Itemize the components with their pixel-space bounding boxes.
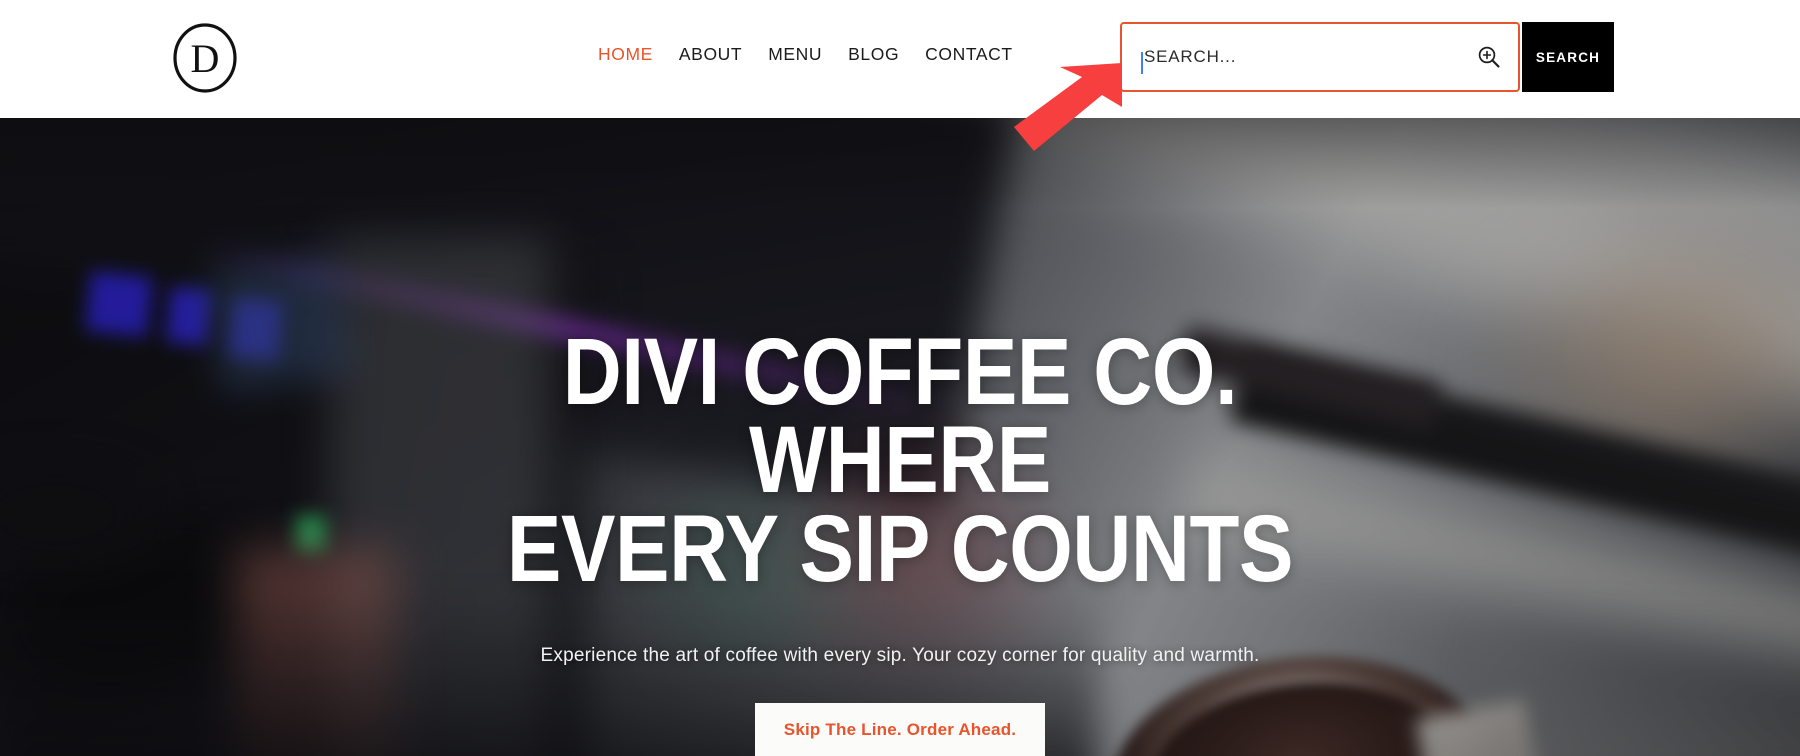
hero-content: DIVI COFFEE CO. WHERE EVERY SIP COUNTS E… [0,118,1800,756]
order-ahead-button[interactable]: Skip The Line. Order Ahead. [755,703,1045,756]
hero-title-line-1: DIVI COFFEE CO. WHERE [562,319,1238,514]
search-field-wrapper[interactable] [1120,22,1520,92]
search-input[interactable] [1122,24,1518,90]
hero-section: DIVI COFFEE CO. WHERE EVERY SIP COUNTS E… [0,118,1800,756]
nav-item-home[interactable]: HOME [598,40,653,68]
primary-navigation: HOME ABOUT MENU BLOG CONTACT [598,40,1013,68]
svg-text:D: D [191,36,220,81]
text-cursor [1141,52,1143,74]
nav-item-contact[interactable]: CONTACT [925,40,1012,68]
nav-item-about[interactable]: ABOUT [679,40,742,68]
search-button[interactable]: SEARCH [1522,22,1614,92]
divi-d-logo-icon[interactable]: D [170,23,240,93]
nav-item-menu[interactable]: MENU [768,40,822,68]
hero-subtitle: Experience the art of coffee with every … [540,645,1260,667]
hero-title-line-2: EVERY SIP COUNTS [506,495,1294,602]
hero-title: DIVI COFFEE CO. WHERE EVERY SIP COUNTS [470,324,1330,596]
nav-item-blog[interactable]: BLOG [848,40,899,68]
magnifier-plus-icon[interactable] [1476,44,1502,70]
site-header: D HOME ABOUT MENU BLOG CONTACT SEARCH [0,0,1800,118]
